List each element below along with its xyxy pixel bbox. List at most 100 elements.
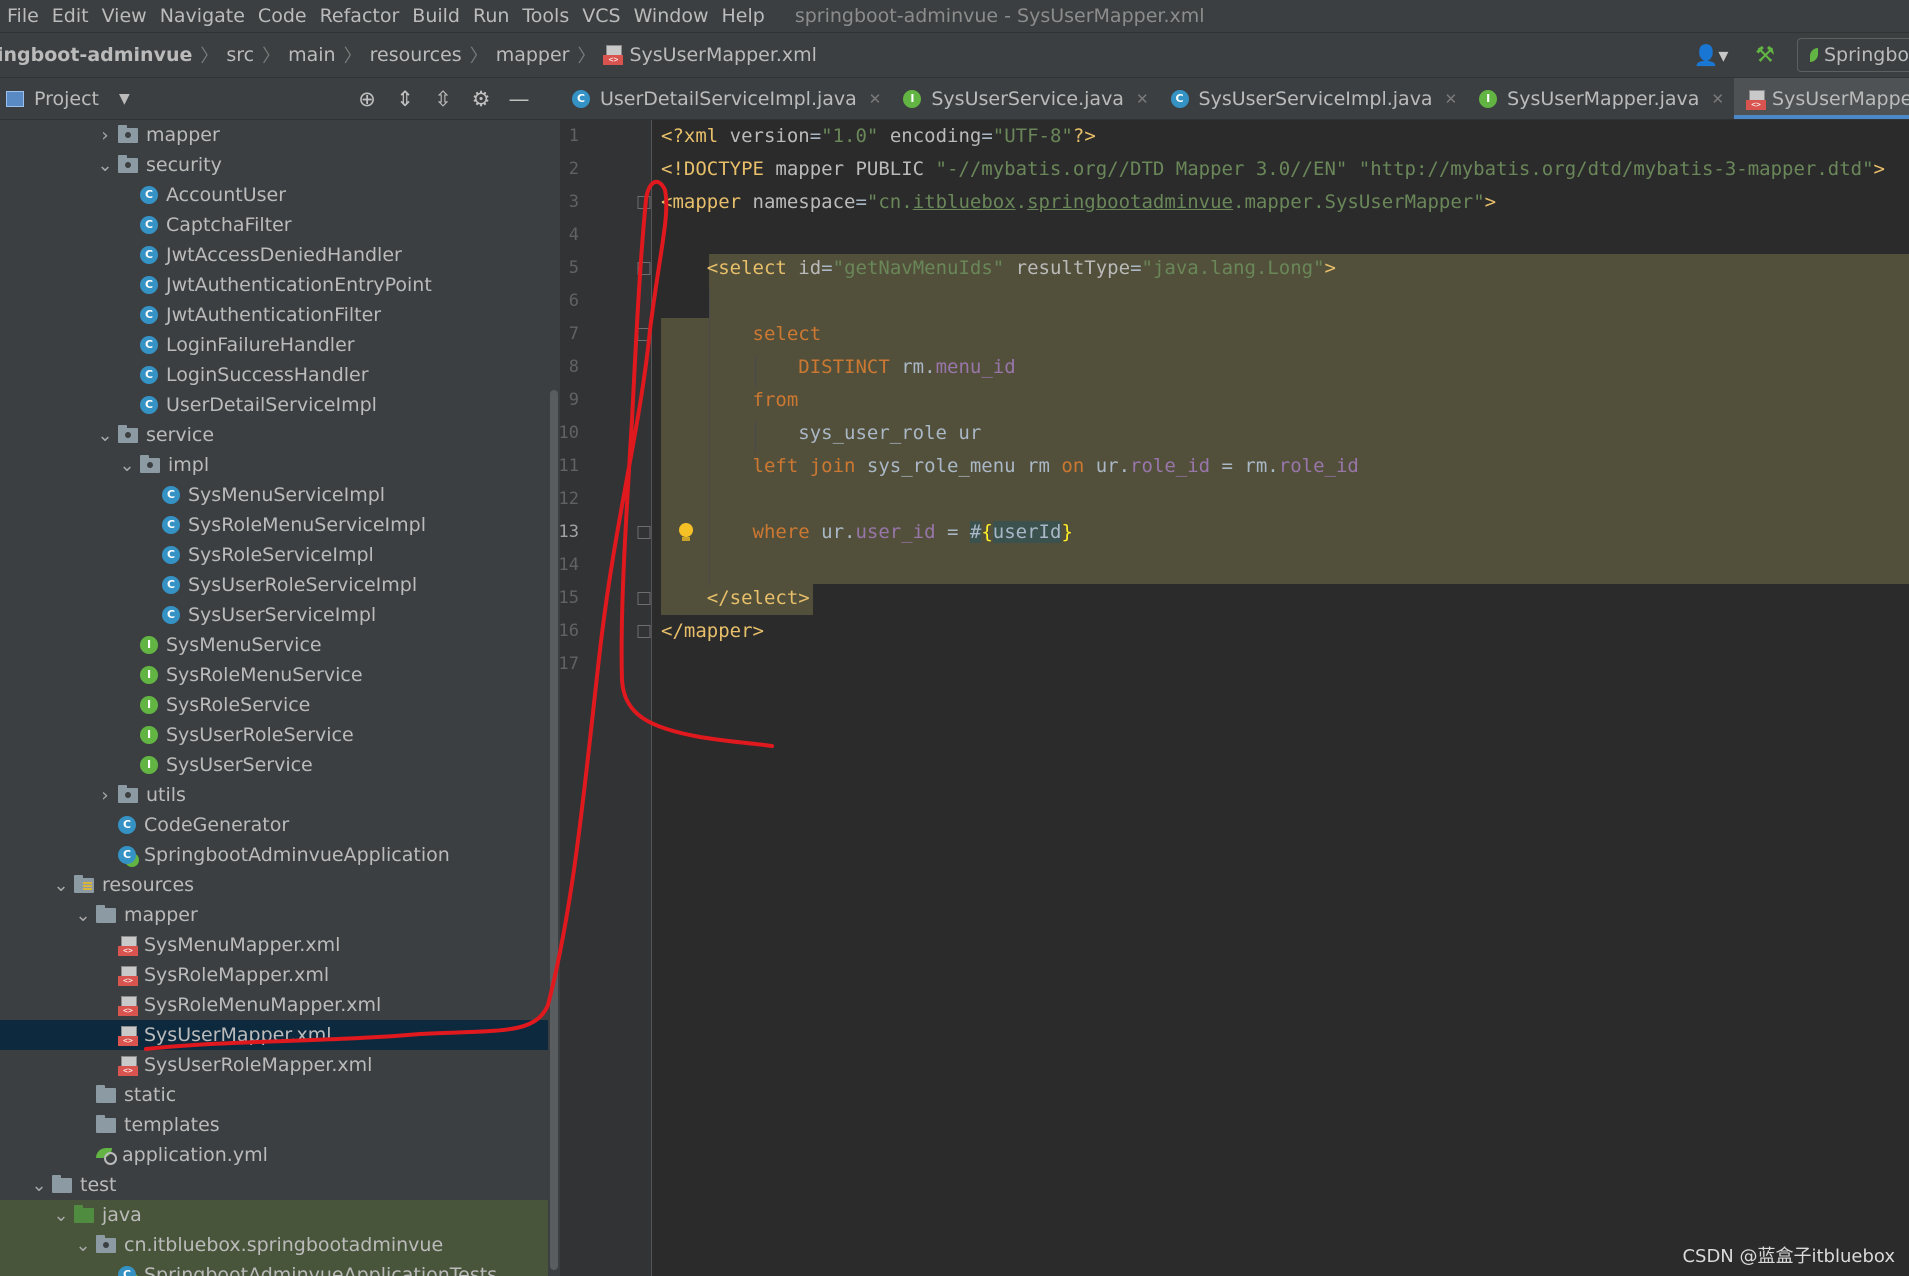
tree-item[interactable]: SysRoleMapper.xml (0, 960, 560, 990)
editor-tab[interactable]: I SysUserMapper.java ✕ (1467, 78, 1734, 119)
tree-item[interactable]: C SysUserRoleServiceImpl (0, 570, 560, 600)
menu-refactor[interactable]: Refactor (313, 5, 406, 27)
tree-item[interactable]: C SysRoleMenuServiceImpl (0, 510, 560, 540)
fold-marker-icon[interactable] (637, 196, 651, 209)
menu-build[interactable]: Build (405, 5, 466, 27)
code-editor[interactable]: <?xml version="1.0" encoding="UTF-8"?> <!… (653, 120, 1909, 1276)
tree-item[interactable]: ⌄ cn.itbluebox.springbootadminvue (0, 1230, 560, 1260)
close-icon[interactable]: ✕ (1136, 90, 1149, 108)
tree-item[interactable]: C SpringbootAdminvueApplicationTests (0, 1260, 560, 1276)
chevron-down-icon[interactable]: ⌄ (70, 1235, 96, 1256)
tree-item[interactable]: I SysRoleMenuService (0, 660, 560, 690)
intention-bulb-icon[interactable] (679, 523, 693, 541)
tree-item[interactable]: ⌄ test (0, 1170, 560, 1200)
tree-item[interactable]: I SysRoleService (0, 690, 560, 720)
breadcrumb-mapper[interactable]: mapper (488, 44, 578, 66)
chevron-down-icon[interactable]: ⌄ (70, 905, 96, 926)
tree-item[interactable]: I SysUserService (0, 750, 560, 780)
breadcrumb-file[interactable]: SysUserMapper.xml (595, 44, 825, 66)
minimize-icon[interactable]: — (500, 87, 538, 111)
menu-code[interactable]: Code (251, 5, 313, 27)
chevron-down-icon[interactable]: ⌄ (26, 1175, 52, 1196)
tree-item[interactable]: C CaptchaFilter (0, 210, 560, 240)
close-icon[interactable]: ✕ (869, 90, 882, 108)
tree-item[interactable]: C UserDetailServiceImpl (0, 390, 560, 420)
project-panel-title[interactable]: Project (34, 88, 99, 110)
menu-edit[interactable]: Edit (45, 5, 95, 27)
tree-item[interactable]: ⌄ impl (0, 450, 560, 480)
tree-item[interactable]: ⌄ mapper (0, 900, 560, 930)
tree-item[interactable]: SysMenuMapper.xml (0, 930, 560, 960)
editor-tab[interactable]: C SysUserServiceImpl.java ✕ (1159, 78, 1468, 119)
editor-tab[interactable]: C UserDetailServiceImpl.java ✕ (560, 78, 891, 119)
code-line[interactable]: from (661, 384, 799, 417)
menu-window[interactable]: Window (627, 5, 715, 27)
chevron-down-icon[interactable]: ▼ (119, 91, 130, 107)
fold-marker-icon[interactable] (637, 262, 651, 275)
code-line[interactable]: left join sys_role_menu rm on ur.role_id… (661, 450, 1359, 483)
menu-run[interactable]: Run (466, 5, 515, 27)
code-line[interactable]: DISTINCT rm.menu_id (661, 351, 1015, 384)
tree-item[interactable]: static (0, 1080, 560, 1110)
tree-item[interactable]: C SysRoleServiceImpl (0, 540, 560, 570)
chevron-down-icon[interactable]: ⌄ (92, 155, 118, 176)
user-account-icon[interactable]: 👤▾ (1689, 40, 1733, 70)
gear-icon[interactable]: ⚙ (462, 87, 500, 111)
tree-item[interactable]: C LoginFailureHandler (0, 330, 560, 360)
tree-item[interactable]: SysUserMapper.xml (0, 1020, 560, 1050)
tree-item[interactable]: ⌄ service (0, 420, 560, 450)
expand-all-icon[interactable]: ⇕ (386, 87, 424, 111)
tree-item[interactable]: I SysUserRoleService (0, 720, 560, 750)
tree-item[interactable]: ⌄ resources (0, 870, 560, 900)
tree-item[interactable]: C SpringbootAdminvueApplication (0, 840, 560, 870)
tree-item[interactable]: ⌄ java (0, 1200, 560, 1230)
run-configuration-selector[interactable]: Springbo (1797, 38, 1909, 72)
fold-marker-icon[interactable] (637, 526, 651, 539)
code-line[interactable]: sys_user_role ur (661, 417, 981, 450)
locate-file-icon[interactable]: ⊕ (348, 87, 386, 111)
tree-item[interactable]: C JwtAccessDeniedHandler (0, 240, 560, 270)
fold-marker-icon[interactable] (637, 592, 651, 605)
menu-file[interactable]: File (0, 5, 45, 27)
menu-navigate[interactable]: Navigate (153, 5, 251, 27)
tree-item[interactable]: › mapper (0, 120, 560, 150)
fold-marker-icon[interactable] (637, 328, 651, 341)
breadcrumb-resources[interactable]: resources (362, 44, 470, 66)
build-hammer-icon[interactable]: ⚒ (1747, 40, 1783, 70)
code-line[interactable]: <mapper namespace="cn.itbluebox.springbo… (661, 186, 1496, 219)
breadcrumb-project[interactable]: ingboot-adminvue (0, 44, 200, 66)
menu-tools[interactable]: Tools (515, 5, 575, 27)
tree-item[interactable]: SysUserRoleMapper.xml (0, 1050, 560, 1080)
tree-item[interactable]: SysRoleMenuMapper.xml (0, 990, 560, 1020)
tree-item[interactable]: C SysUserServiceImpl (0, 600, 560, 630)
breadcrumb-src[interactable]: src (218, 44, 262, 66)
chevron-down-icon[interactable]: ⌄ (48, 1205, 74, 1226)
chevron-right-icon[interactable]: › (92, 785, 118, 806)
code-line[interactable]: </mapper> (661, 615, 764, 648)
chevron-right-icon[interactable]: › (92, 125, 118, 146)
tree-item[interactable]: C AccountUser (0, 180, 560, 210)
editor-tab[interactable]: I SysUserService.java ✕ (891, 78, 1158, 119)
tree-item[interactable]: I SysMenuService (0, 630, 560, 660)
tree-item[interactable]: application.yml (0, 1140, 560, 1170)
chevron-down-icon[interactable]: ⌄ (92, 425, 118, 446)
code-line[interactable]: <?xml version="1.0" encoding="UTF-8"?> (661, 120, 1096, 153)
editor-tab[interactable]: SysUserMapper.xml✕ (1734, 78, 1909, 119)
breadcrumb-main[interactable]: main (280, 44, 343, 66)
code-line[interactable]: <!DOCTYPE mapper PUBLIC "-//mybatis.org/… (661, 153, 1885, 186)
tree-item[interactable]: templates (0, 1110, 560, 1140)
tree-item[interactable]: C JwtAuthenticationEntryPoint (0, 270, 560, 300)
tree-item[interactable]: C SysMenuServiceImpl (0, 480, 560, 510)
chevron-down-icon[interactable]: ⌄ (114, 455, 140, 476)
menu-view[interactable]: View (95, 5, 153, 27)
collapse-all-icon[interactable]: ⇳ (424, 87, 462, 111)
menu-vcs[interactable]: VCS (575, 5, 626, 27)
tree-item[interactable]: ⌄ security (0, 150, 560, 180)
tree-item[interactable]: C JwtAuthenticationFilter (0, 300, 560, 330)
tree-item[interactable]: C LoginSuccessHandler (0, 360, 560, 390)
tree-item[interactable]: C CodeGenerator (0, 810, 560, 840)
close-icon[interactable]: ✕ (1711, 90, 1724, 108)
code-line[interactable]: <select id="getNavMenuIds" resultType="j… (661, 252, 1336, 285)
fold-marker-icon[interactable] (637, 625, 651, 638)
close-icon[interactable]: ✕ (1445, 90, 1458, 108)
